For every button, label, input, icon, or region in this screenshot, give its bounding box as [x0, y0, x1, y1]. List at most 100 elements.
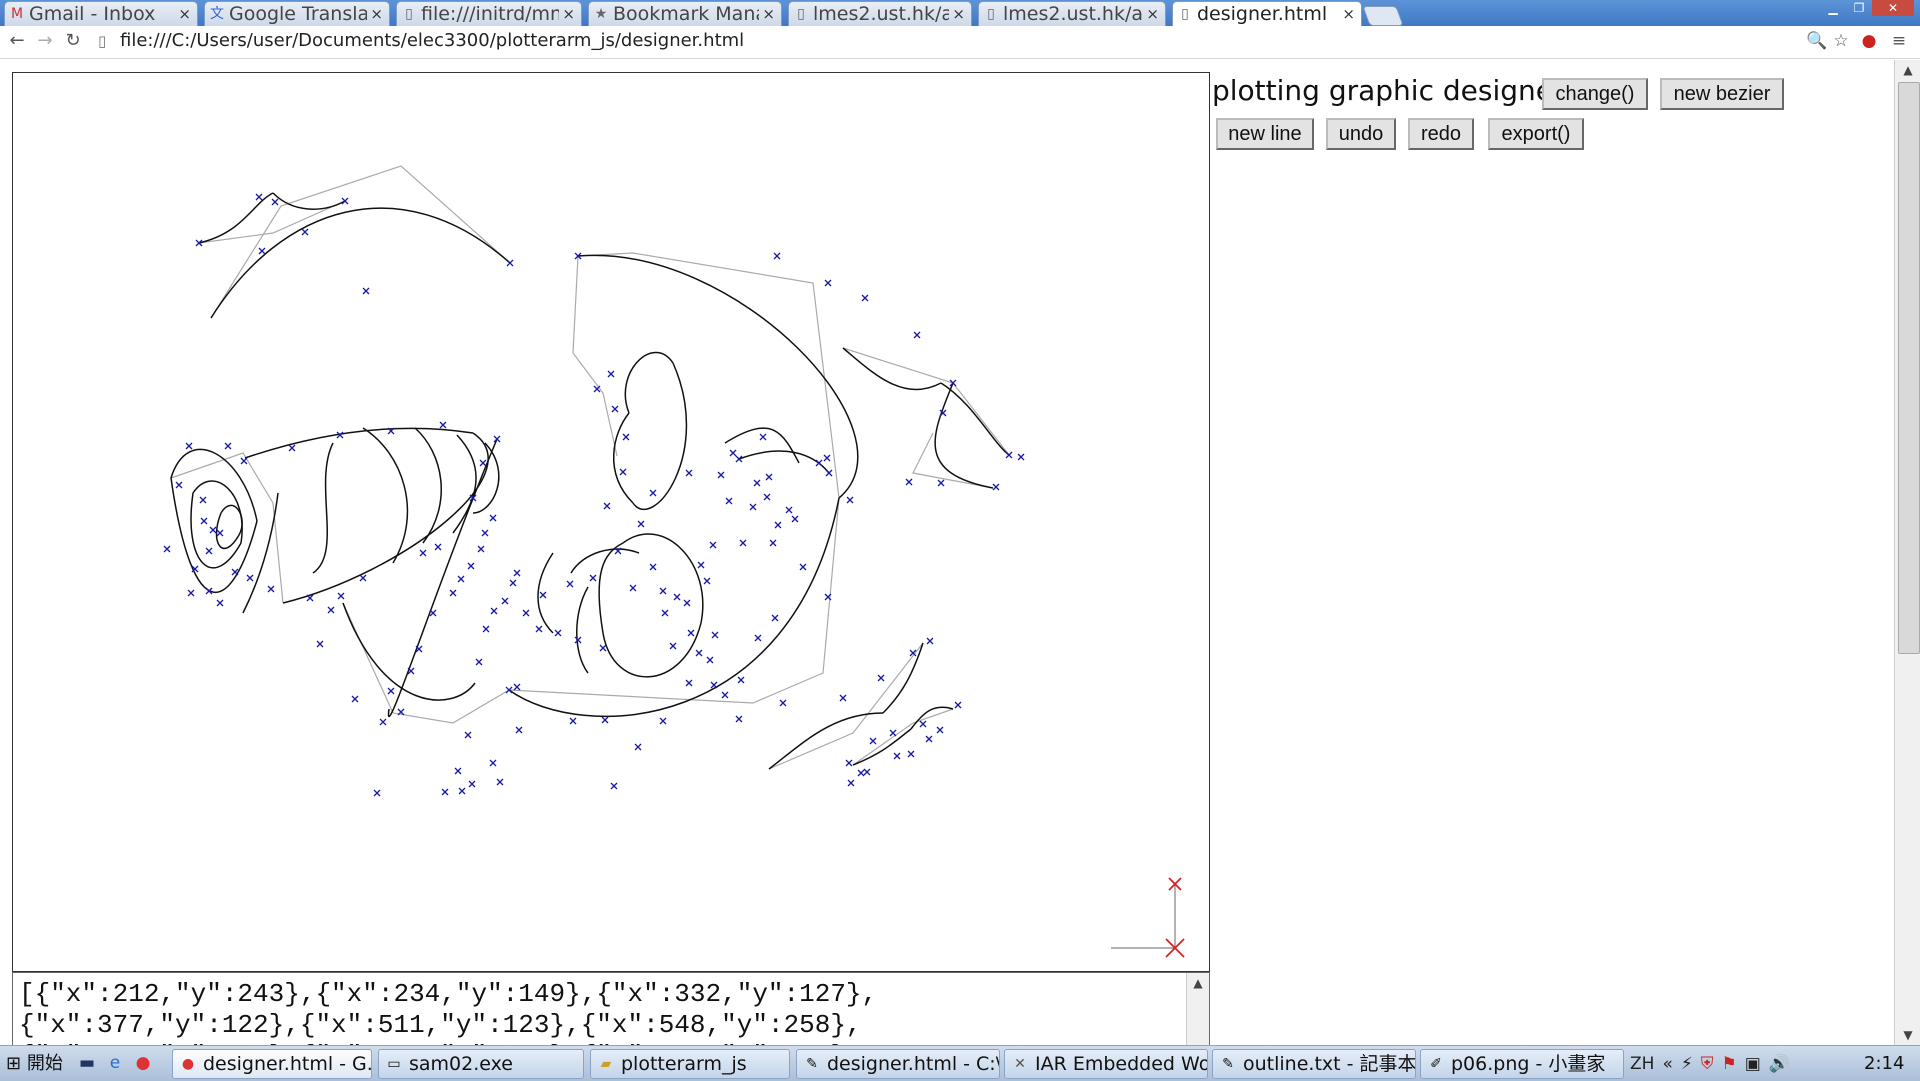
volume-icon[interactable]: 🔊 [1769, 1054, 1790, 1074]
ie-icon[interactable]: e [104, 1052, 126, 1074]
control-point-marker[interactable] [706, 656, 714, 664]
control-point-marker[interactable] [589, 574, 597, 582]
control-point-marker[interactable] [489, 514, 497, 522]
task-notepad[interactable]: ✎ outline.txt - 記事本 [1212, 1049, 1416, 1079]
control-point-marker[interactable] [799, 563, 807, 571]
tab-close-icon[interactable]: × [178, 2, 191, 26]
control-point-marker[interactable] [649, 563, 657, 571]
show-desktop-icon[interactable]: ▬ [76, 1052, 98, 1074]
control-point-marker[interactable] [506, 259, 514, 267]
monitor-tray-icon[interactable]: ▣ [1745, 1054, 1761, 1074]
control-point-marker[interactable] [749, 503, 757, 511]
control-point-marker[interactable] [765, 473, 773, 481]
control-point-marker[interactable] [566, 580, 574, 588]
export-button[interactable]: export() [1488, 118, 1584, 150]
flag-tray-icon[interactable]: ⚑ [1722, 1054, 1737, 1074]
task-sam02[interactable]: ▭ sam02.exe [378, 1049, 584, 1079]
control-point-marker[interactable] [379, 718, 387, 726]
extension-icon[interactable]: ● [1858, 30, 1880, 52]
control-point-marker[interactable] [703, 577, 711, 585]
tab-close-icon[interactable]: × [562, 2, 575, 26]
control-point-marker[interactable] [769, 539, 777, 547]
control-point-marker[interactable] [231, 568, 239, 576]
page-scrollbar[interactable]: ▲ ▼ [1894, 60, 1920, 1045]
control-point-marker[interactable] [1005, 451, 1013, 459]
control-point-marker[interactable] [861, 294, 869, 302]
control-point-marker[interactable] [481, 529, 489, 537]
tab-google-translate[interactable]: 文 Google Translate × [204, 1, 390, 26]
control-point-marker[interactable] [419, 549, 427, 557]
control-point-marker[interactable] [187, 589, 195, 597]
tab-bookmark-manager[interactable]: ★ Bookmark Manager × [588, 1, 782, 26]
control-point-marker[interactable] [569, 717, 577, 725]
control-point-marker[interactable] [288, 444, 296, 452]
drawing-svg[interactable] [13, 73, 1209, 971]
control-point-marker[interactable] [709, 541, 717, 549]
control-point-marker[interactable] [439, 421, 447, 429]
control-point-marker[interactable] [717, 471, 725, 479]
control-point-marker[interactable] [913, 331, 921, 339]
tab-file-initrd[interactable]: ▯ file:///initrd/mnt × [396, 1, 582, 26]
control-point-marker[interactable] [489, 759, 497, 767]
control-point-marker[interactable] [501, 597, 509, 605]
control-point-marker[interactable] [554, 629, 562, 637]
control-point-marker[interactable] [574, 636, 582, 644]
control-point-marker[interactable] [659, 587, 667, 595]
control-point-marker[interactable] [683, 599, 691, 607]
task-plotterarm-folder[interactable]: ▰ plotterarm_js [590, 1049, 790, 1079]
address-bar[interactable]: ▯ file:///C:/Users/user/Documents/elec33… [96, 29, 1846, 53]
new-bezier-button[interactable]: new bezier [1660, 78, 1784, 110]
restore-icon[interactable]: ❐ [1846, 0, 1872, 16]
language-indicator[interactable]: ZH [1630, 1054, 1654, 1074]
control-point-marker[interactable] [839, 694, 847, 702]
control-point-marker[interactable] [992, 483, 1000, 491]
control-point-marker[interactable] [754, 634, 762, 642]
control-point-marker[interactable] [535, 625, 543, 633]
control-point-marker[interactable] [479, 459, 487, 467]
control-point-marker[interactable] [739, 539, 747, 547]
control-point-marker[interactable] [659, 717, 667, 725]
control-point-marker[interactable] [815, 459, 823, 467]
control-point-marker[interactable] [857, 769, 865, 777]
control-point-marker[interactable] [175, 481, 183, 489]
control-point-marker[interactable] [611, 405, 619, 413]
control-point-marker[interactable] [619, 468, 627, 476]
control-point-marker[interactable] [593, 385, 601, 393]
control-point-marker[interactable] [441, 788, 449, 796]
control-point-marker[interactable] [710, 681, 718, 689]
control-point-marker[interactable] [637, 520, 645, 528]
control-point-marker[interactable] [949, 379, 957, 387]
zoom-icon[interactable]: 🔍 [1806, 30, 1828, 52]
control-point-marker[interactable] [387, 687, 395, 695]
control-point-marker[interactable] [936, 726, 944, 734]
control-point-marker[interactable] [869, 737, 877, 745]
tab-lmes2-2[interactable]: ▯ lmes2.ust.hk/acc × [978, 1, 1166, 26]
task-iar[interactable]: ✕ IAR Embedded Wo... [1004, 1049, 1208, 1079]
control-point-marker[interactable] [224, 442, 232, 450]
control-point-marker[interactable] [925, 735, 933, 743]
control-point-marker[interactable] [634, 743, 642, 751]
control-point-marker[interactable] [458, 787, 466, 795]
tab-close-icon[interactable]: × [952, 2, 965, 26]
control-point-marker[interactable] [893, 752, 901, 760]
control-point-marker[interactable] [454, 767, 462, 775]
control-point-marker[interactable] [240, 457, 248, 465]
control-point-marker[interactable] [685, 679, 693, 687]
control-point-marker[interactable] [496, 778, 504, 786]
control-point-marker[interactable] [599, 644, 607, 652]
scroll-down-icon[interactable]: ▼ [1895, 1025, 1920, 1045]
control-point-marker[interactable] [467, 562, 475, 570]
control-point-marker[interactable] [774, 521, 782, 529]
control-point-marker[interactable] [258, 247, 266, 255]
control-point-marker[interactable] [255, 193, 263, 201]
control-point-marker[interactable] [824, 279, 832, 287]
control-point-marker[interactable] [464, 731, 472, 739]
tab-close-icon[interactable]: × [1342, 2, 1355, 26]
start-button[interactable]: ⊞ 開始 [2, 1049, 66, 1079]
control-point-marker[interactable] [737, 676, 745, 684]
control-point-marker[interactable] [509, 579, 517, 587]
menu-icon[interactable]: ≡ [1888, 30, 1910, 52]
task-designer-editor[interactable]: ✎ designer.html - C:\... [796, 1049, 1000, 1079]
control-point-marker[interactable] [216, 599, 224, 607]
control-point-marker[interactable] [785, 506, 793, 514]
